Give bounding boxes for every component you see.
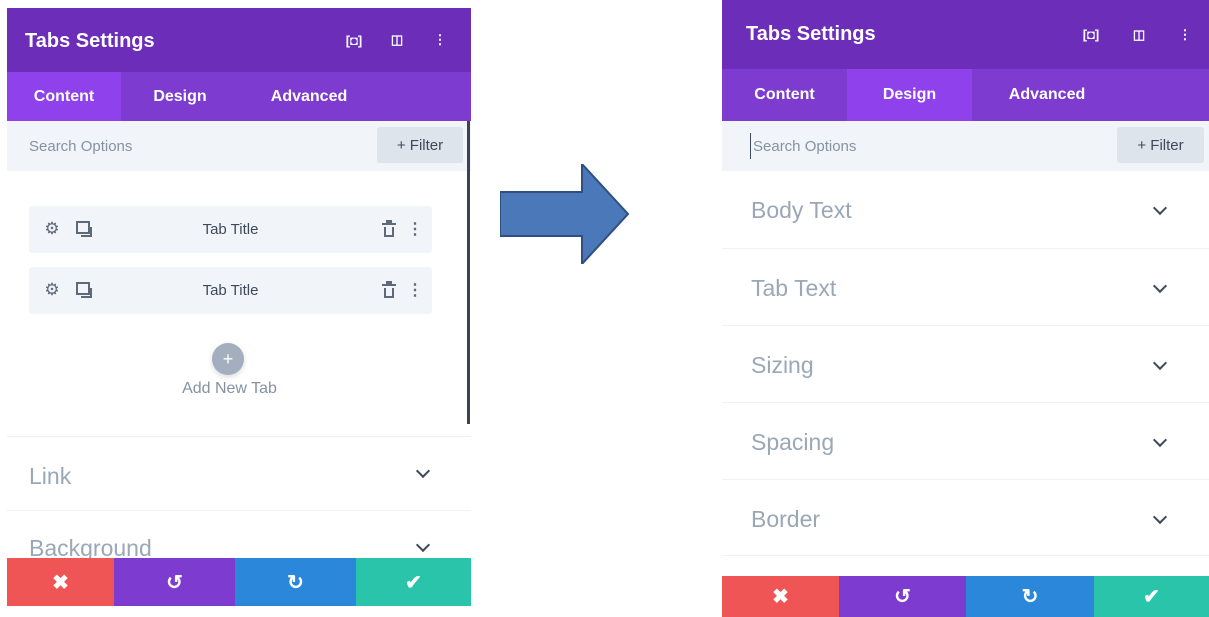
discard-button[interactable]: ✖ [7,558,114,606]
section-label: Link [29,463,72,489]
tab-item[interactable]: ⚙ Tab Title ⋮ [29,267,432,314]
split-view-icon[interactable]: ◫ [1124,0,1154,69]
filter-button[interactable]: + Filter [1117,127,1204,163]
section-link[interactable]: Link [7,436,471,510]
undo-button[interactable]: ↺ [114,558,235,606]
panel-title: Tabs Settings [25,30,155,52]
left-settings-panel: Tabs Settings [◘] ◫ ⋮ Content Design Adv… [7,8,471,606]
right-arrow-icon [500,164,630,264]
tab-content[interactable]: Content [722,69,847,121]
undo-button[interactable]: ↺ [839,576,966,617]
tab-content[interactable]: Content [7,72,121,121]
undo-icon: ↺ [166,571,183,594]
footer-actions: ✖ ↺ ↻ ✔ [722,576,1209,617]
chevron-down-icon [1152,432,1168,448]
chevron-down-icon [415,463,431,479]
add-new-tab-label[interactable]: Add New Tab [127,380,332,398]
chevron-down-icon [1152,355,1168,371]
search-bar: + Filter [722,121,1209,171]
panel-header: Tabs Settings [◘] ◫ ⋮ [7,8,471,72]
redo-button[interactable]: ↻ [235,558,356,606]
section-border[interactable]: Border [722,479,1209,556]
chevron-down-icon [415,537,431,553]
section-label: Body Text [751,197,852,223]
save-button[interactable]: ✔ [356,558,471,606]
panel-header: Tabs Settings [◘] ◫ ⋮ [722,0,1209,69]
section-label: Tab Text [751,275,837,301]
section-sizing[interactable]: Sizing [722,325,1209,402]
tab-item-title: Tab Title [202,221,259,238]
tab-design[interactable]: Design [847,69,972,121]
save-check-icon: ✔ [405,571,422,594]
search-bar: + Filter [7,121,471,171]
section-label: Sizing [751,352,814,378]
undo-icon: ↺ [894,586,911,608]
plus-icon: + [222,348,234,369]
section-tab-text[interactable]: Tab Text [722,248,1209,325]
save-button[interactable]: ✔ [1094,576,1209,617]
redo-icon: ↻ [287,571,304,594]
tab-item[interactable]: ⚙ Tab Title ⋮ [29,206,432,253]
search-input[interactable] [750,133,1050,159]
more-options-icon[interactable]: ⋮ [407,219,423,239]
chevron-down-icon [1152,200,1168,216]
footer-actions: ✖ ↺ ↻ ✔ [7,558,471,606]
section-spacing[interactable]: Spacing [722,402,1209,479]
more-options-icon[interactable]: ⋮ [425,8,455,72]
search-input[interactable] [29,133,329,159]
more-options-icon[interactable]: ⋮ [407,280,423,300]
tab-advanced[interactable]: Advanced [972,69,1122,121]
chevron-down-icon [1152,278,1168,294]
tab-advanced[interactable]: Advanced [239,72,379,121]
split-view-icon[interactable]: ◫ [382,8,412,72]
redo-button[interactable]: ↻ [966,576,1094,617]
settings-tabs: Content Design Advanced [7,72,471,121]
fullscreen-icon[interactable]: [◘] [1076,0,1106,69]
discard-button[interactable]: ✖ [722,576,839,617]
trash-icon[interactable] [382,281,396,299]
redo-icon: ↻ [1021,586,1039,608]
scrollbar[interactable] [467,121,470,424]
section-label: Border [751,506,821,532]
tab-item-title: Tab Title [202,282,259,299]
filter-button[interactable]: + Filter [377,127,463,163]
save-check-icon: ✔ [1143,586,1160,608]
trash-icon[interactable] [382,220,396,238]
section-body-text[interactable]: Body Text [722,171,1209,248]
right-settings-panel: Tabs Settings [◘] ◫ ⋮ Content Design Adv… [722,0,1209,617]
section-label: Spacing [751,429,835,455]
add-new-tab-button[interactable]: + [212,343,244,375]
tab-design[interactable]: Design [121,72,239,121]
chevron-down-icon [1152,509,1168,525]
close-icon: ✖ [772,586,789,608]
settings-tabs: Content Design Advanced [722,69,1209,121]
fullscreen-icon[interactable]: [◘] [339,8,369,72]
panel-title: Tabs Settings [746,23,876,45]
close-icon: ✖ [52,571,69,594]
more-options-icon[interactable]: ⋮ [1170,0,1200,69]
